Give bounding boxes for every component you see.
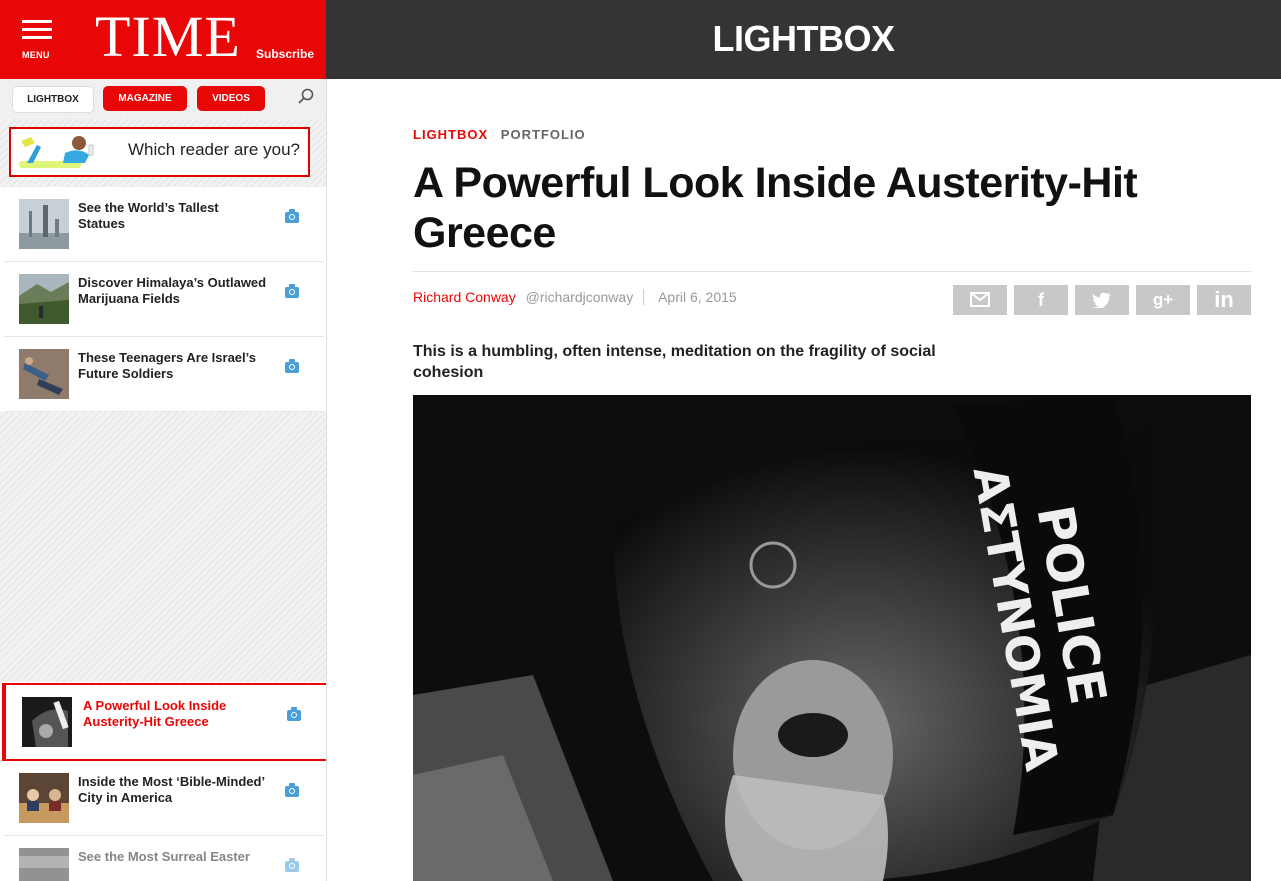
share-facebook-button[interactable]: f [1014, 285, 1068, 315]
time-logo[interactable]: TIME [95, 6, 241, 68]
sidebar-item-title: Discover Himalaya’s Outlawed Marijuana F… [78, 275, 267, 306]
sidebar-nav: LIGHTBOX MAGAZINE VIDEOS [0, 79, 326, 119]
camera-icon [285, 284, 299, 298]
thumbnail-image [19, 773, 69, 823]
share-googleplus-button[interactable]: g+ [1136, 285, 1190, 315]
menu-label: MENU [22, 50, 50, 60]
camera-icon [285, 359, 299, 373]
ad-text: Which reader are you? [128, 140, 300, 159]
sidebar-item-title: Inside the Most ‘Bible-Minded’ City in A… [78, 774, 265, 805]
kicker-tag-link[interactable]: PORTFOLIO [501, 127, 586, 142]
sidebar-item-title: A Powerful Look Inside Austerity-Hit Gre… [83, 698, 227, 729]
share-email-button[interactable] [953, 285, 1007, 315]
article-deck: This is a humbling, often intense, medit… [413, 343, 936, 381]
sidebar: MENU TIME Subscribe LIGHTBOX MAGAZINE VI… [0, 0, 327, 881]
sidebar-item-title: These Teenagers Are Israel’s Future Sold… [78, 350, 257, 381]
thumbnail-image [19, 274, 69, 324]
sidebar-item[interactable]: Inside the Most ‘Bible-Minded’ City in A… [4, 761, 324, 836]
author-link[interactable]: Richard Conway [413, 289, 516, 305]
thumbnail-image [19, 848, 69, 881]
nav-lightbox[interactable]: LIGHTBOX [12, 86, 94, 113]
sidebar-item[interactable]: These Teenagers Are Israel’s Future Sold… [4, 337, 324, 412]
camera-icon [285, 858, 299, 872]
thumbnail-image [19, 349, 69, 399]
camera-icon [285, 783, 299, 797]
camera-icon [285, 209, 299, 223]
facebook-icon: f [1038, 290, 1044, 310]
sidebar-header: MENU TIME Subscribe [0, 0, 326, 79]
ad-banner[interactable]: Which reader are you? [9, 127, 310, 177]
sidebar-item[interactable]: See the World’s Tallest Statues [4, 187, 324, 262]
sidebar-item-active[interactable]: A Powerful Look Inside Austerity-Hit Gre… [2, 683, 326, 761]
subscribe-link[interactable]: Subscribe [256, 47, 314, 61]
hamburger-icon-line [22, 36, 52, 39]
protest-photo-illustration: ΑΣΤΥΝΟΜΙΑ POLICE [413, 395, 1251, 881]
lead-photo[interactable]: ΑΣΤΥΝΟΜΙΑ POLICE [413, 395, 1251, 881]
kicker-section-link[interactable]: LIGHTBOX [413, 127, 488, 142]
divider [413, 271, 1251, 272]
article-kicker: LIGHTBOX PORTFOLIO [413, 127, 586, 142]
nav-videos[interactable]: VIDEOS [197, 86, 265, 111]
share-linkedin-button[interactable]: in [1197, 285, 1251, 315]
sidebar-item-title: See the World’s Tallest Statues [78, 200, 219, 231]
share-twitter-button[interactable] [1075, 285, 1129, 315]
lightbox-title[interactable]: LIGHTBOX [326, 18, 1281, 60]
byline: Richard Conway @richardjconway April 6, … [413, 289, 737, 305]
search-icon[interactable] [296, 87, 316, 107]
hamburger-icon-line [22, 28, 52, 31]
googleplus-icon: g+ [1152, 290, 1174, 309]
twitter-handle-link[interactable]: @richardjconway [525, 289, 645, 305]
email-icon [970, 292, 990, 307]
article-headline: A Powerful Look Inside Austerity-Hit Gre… [413, 159, 1138, 257]
hamburger-icon [22, 20, 52, 23]
nav-magazine[interactable]: MAGAZINE [103, 86, 187, 111]
reader-illustration [19, 136, 94, 168]
thumbnail-image [19, 199, 69, 249]
sidebar-item[interactable]: Discover Himalaya’s Outlawed Marijuana F… [4, 262, 324, 337]
linkedin-icon: in [1214, 287, 1234, 312]
menu-button[interactable]: MENU [14, 14, 62, 64]
sidebar-item-title: See the Most Surreal Easter [78, 849, 250, 864]
camera-icon [287, 707, 301, 721]
twitter-icon [1092, 292, 1111, 308]
sidebar-hatch-middle [0, 412, 326, 682]
thumbnail-image [22, 697, 72, 747]
publish-date: April 6, 2015 [658, 289, 737, 305]
sidebar-item[interactable]: See the Most Surreal Easter [4, 836, 324, 881]
lightbox-header: LIGHTBOX [326, 0, 1281, 79]
